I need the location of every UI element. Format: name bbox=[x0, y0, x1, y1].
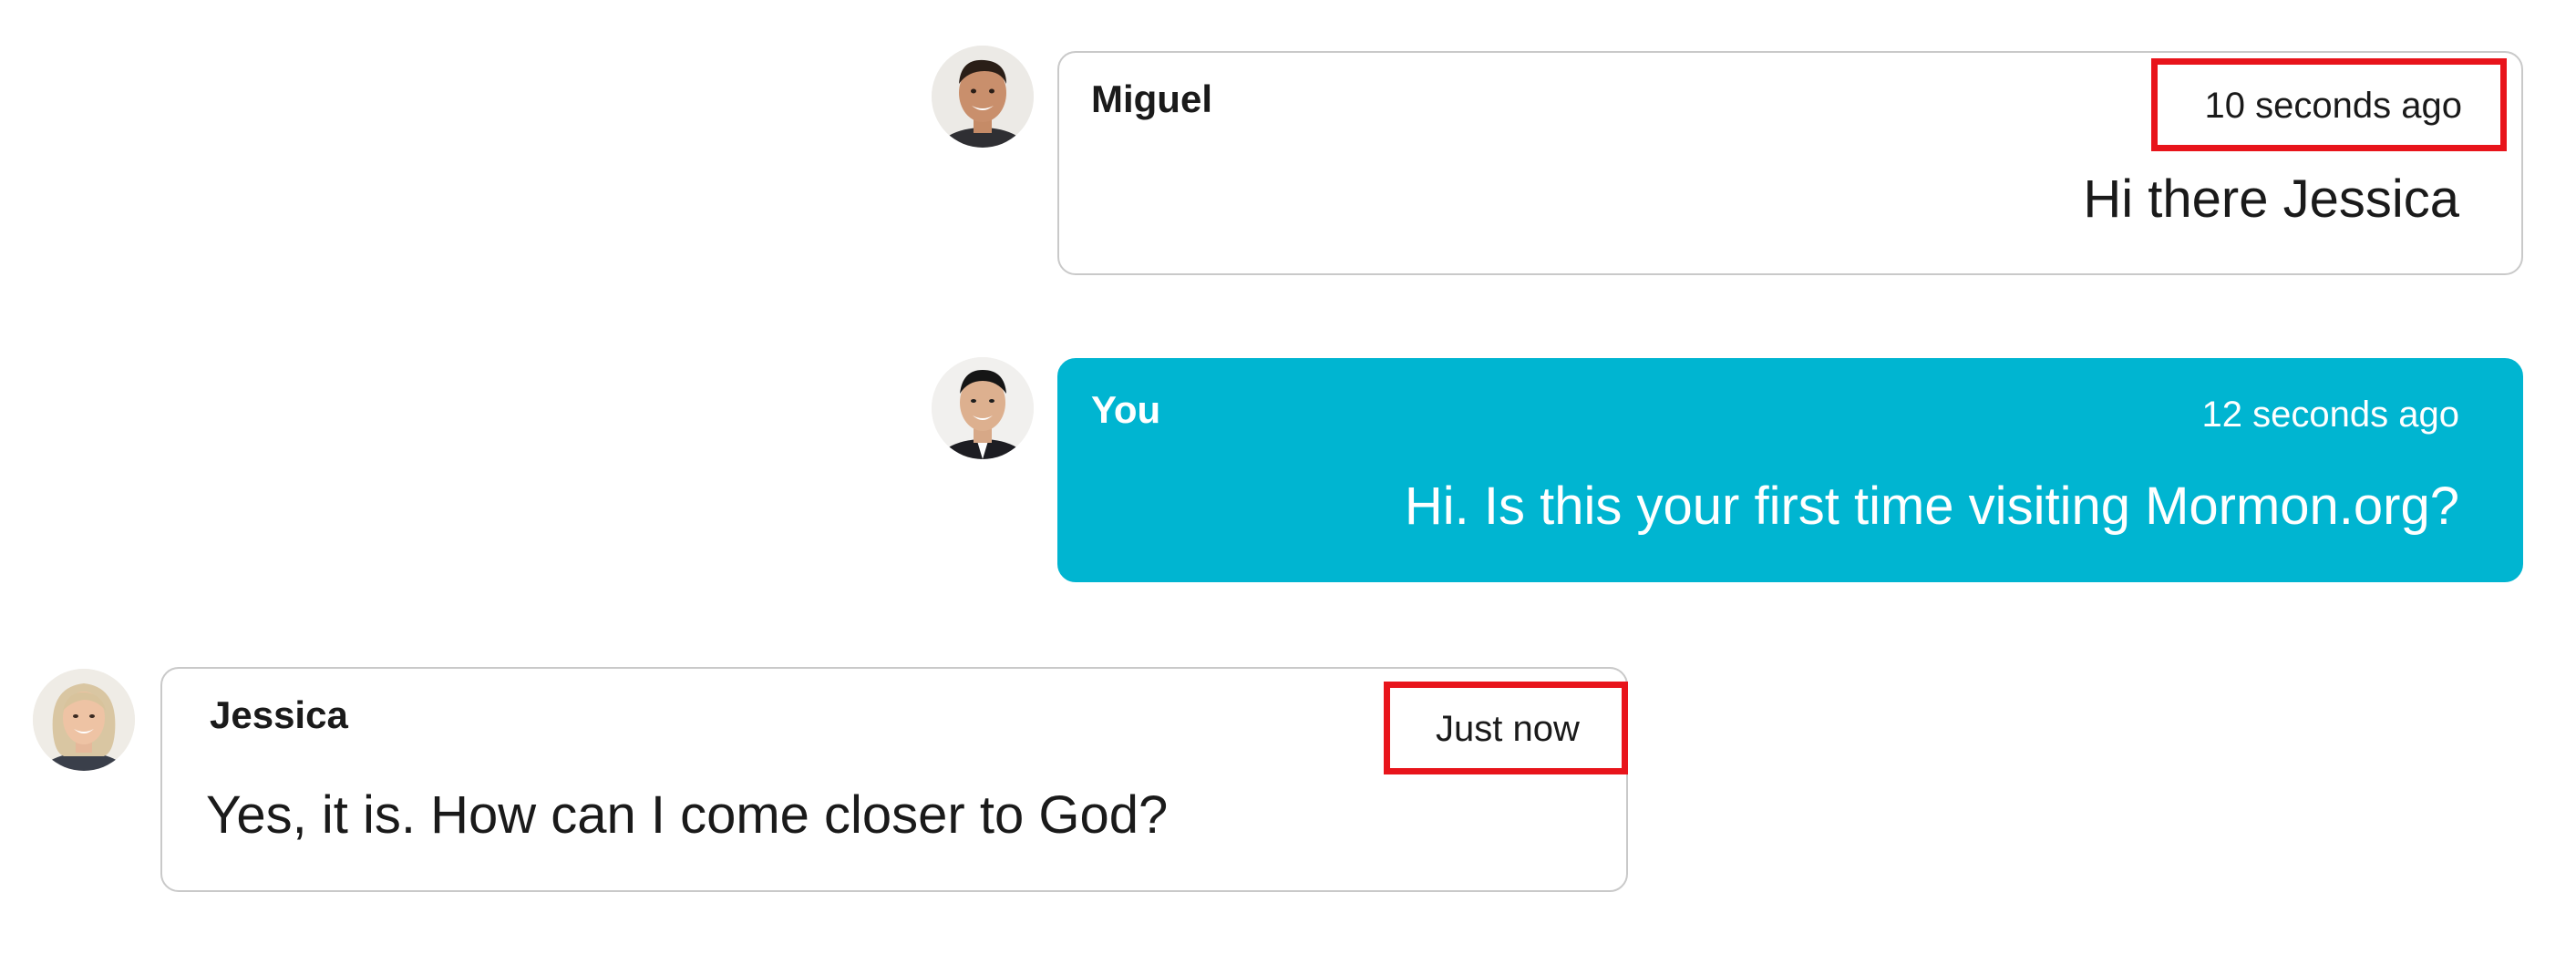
message-bubble-self: You 12 seconds ago Hi. Is this your firs… bbox=[1057, 358, 2523, 582]
message-bubble-miguel: Miguel 10 seconds ago Hi there Jessica bbox=[1057, 51, 2523, 275]
miguel-avatar bbox=[932, 46, 1034, 148]
message-timestamp: Just now bbox=[1384, 682, 1628, 774]
message-timestamp: 12 seconds ago bbox=[2201, 395, 2459, 435]
sender-name: Miguel bbox=[1091, 77, 1212, 120]
message-text: Hi there Jessica bbox=[2083, 169, 2459, 229]
message-text: Yes, it is. How can I come closer to God… bbox=[206, 785, 1169, 845]
sender-name: Jessica bbox=[210, 693, 348, 736]
sender-name: You bbox=[1091, 388, 1161, 431]
man-portrait-avatar-icon bbox=[932, 46, 1034, 148]
woman-portrait-avatar-icon bbox=[33, 669, 135, 771]
jessica-avatar bbox=[33, 669, 135, 771]
message-bubble-jessica: Jessica Just now Yes, it is. How can I c… bbox=[160, 667, 1628, 892]
message-text: Hi. Is this your first time visiting Mor… bbox=[1404, 477, 2459, 536]
man-portrait-avatar-icon bbox=[932, 357, 1034, 459]
you-avatar bbox=[932, 357, 1034, 459]
message-timestamp: 10 seconds ago bbox=[2150, 58, 2507, 151]
